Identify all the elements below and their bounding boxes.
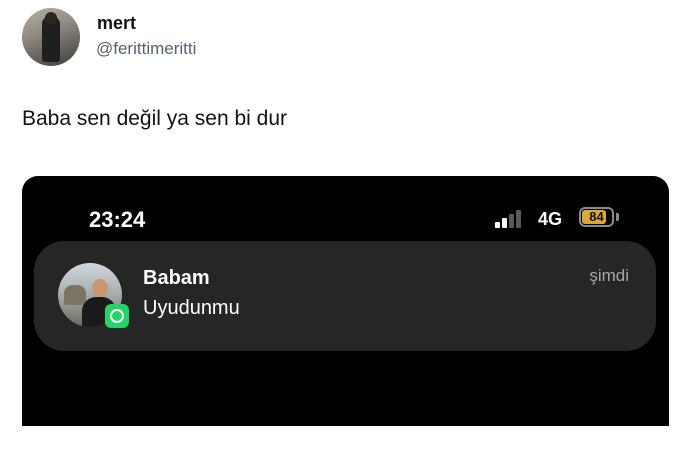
battery-tip	[616, 213, 619, 221]
status-bar-time: 23:24	[89, 207, 146, 232]
whatsapp-icon-ring	[110, 309, 124, 323]
signal-bar	[502, 218, 507, 228]
avatar-background-rock	[64, 285, 86, 305]
signal-bar	[495, 222, 500, 228]
avatar-figure-head	[45, 12, 57, 24]
battery-percentage: 84	[589, 209, 604, 224]
notification-message: Uyudunmu	[143, 297, 240, 319]
signal-bar	[509, 214, 514, 228]
author-avatar[interactable]	[22, 8, 80, 66]
notification-time: şimdi	[589, 266, 629, 285]
network-type: 4G	[538, 209, 563, 229]
avatar-person-head	[92, 279, 108, 297]
author-name[interactable]: mert	[97, 13, 136, 34]
author-handle[interactable]: @ferittimeritti	[96, 39, 196, 59]
signal-bar	[516, 210, 521, 228]
tweet: mert @ferittimeritti Baba sen değil ya s…	[0, 0, 690, 464]
tweet-text: Baba sen değil ya sen bi dur	[22, 107, 288, 130]
charging-battery-icon: 84	[579, 207, 614, 227]
whatsapp-icon	[105, 304, 129, 328]
whatsapp-notification[interactable]: Babam Uyudunmu şimdi	[34, 241, 656, 351]
signal-strength-icon	[495, 210, 525, 228]
notification-sender: Babam	[143, 267, 210, 289]
attached-image[interactable]: 23:24 4G 84 Babam Uyudunmu şimdi	[22, 176, 669, 426]
